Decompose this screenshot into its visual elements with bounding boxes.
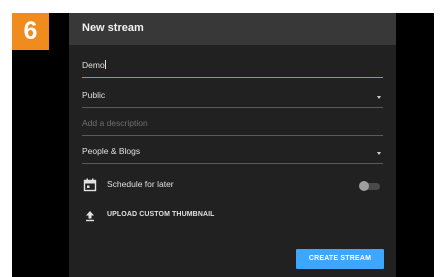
field-underline bbox=[82, 163, 383, 164]
stream-title-field[interactable]: Demo bbox=[82, 56, 383, 78]
calendar-icon bbox=[83, 178, 97, 192]
category-select[interactable]: People & Blogs bbox=[82, 142, 383, 164]
text-cursor bbox=[104, 60, 106, 69]
visibility-select[interactable]: Public bbox=[82, 86, 383, 108]
category-value: People & Blogs bbox=[82, 146, 141, 156]
upload-thumbnail-button[interactable]: UPLOAD CUSTOM THUMBNAIL bbox=[82, 208, 282, 224]
screenshot-stage: 6 New stream Demo Public Add a descripti… bbox=[0, 0, 446, 277]
step-number-badge: 6 bbox=[12, 13, 49, 50]
stream-title-value: Demo bbox=[82, 60, 106, 70]
field-underline bbox=[82, 135, 383, 136]
create-stream-button[interactable]: CREATE STREAM bbox=[296, 249, 384, 269]
visibility-value: Public bbox=[82, 90, 106, 100]
new-stream-dialog: New stream Demo Public Add a description… bbox=[69, 13, 396, 277]
field-underline bbox=[82, 107, 383, 108]
description-field[interactable]: Add a description bbox=[82, 114, 383, 136]
dialog-header: New stream bbox=[69, 13, 396, 45]
dialog-title: New stream bbox=[82, 22, 144, 34]
schedule-toggle[interactable] bbox=[356, 179, 384, 193]
field-underline-active bbox=[82, 76, 383, 78]
schedule-row[interactable]: Schedule for later bbox=[82, 177, 322, 193]
schedule-label: Schedule for later bbox=[107, 179, 174, 189]
upload-thumbnail-label: UPLOAD CUSTOM THUMBNAIL bbox=[107, 210, 215, 218]
chevron-down-icon bbox=[377, 152, 381, 155]
upload-icon bbox=[86, 211, 94, 222]
chevron-down-icon bbox=[377, 96, 381, 99]
description-placeholder: Add a description bbox=[82, 118, 148, 128]
toggle-knob bbox=[359, 181, 369, 191]
